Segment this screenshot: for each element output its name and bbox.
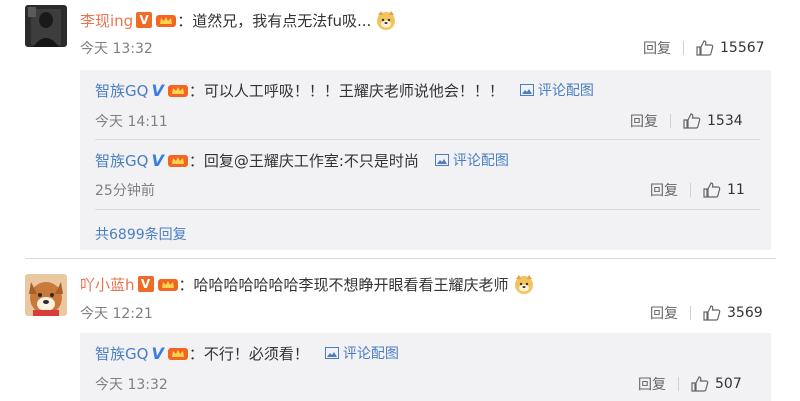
- crown-icon[interactable]: [167, 82, 189, 98]
- like-button[interactable]: 507: [691, 376, 742, 392]
- divider: [25, 258, 776, 259]
- reply-text: ：可以人工呼吸！！！王耀庆老师说他会！！！: [188, 81, 504, 100]
- reply-actions: 回复 507: [638, 374, 742, 394]
- comment-text: ：道然兄，我有点无法fu吸...: [177, 11, 372, 30]
- blue-v-verified-icon[interactable]: V: [151, 151, 163, 170]
- comment-time: 今天 13:32: [80, 41, 153, 57]
- avatar[interactable]: [25, 274, 67, 316]
- avatar[interactable]: [25, 5, 67, 47]
- doge-emoji-icon: [514, 275, 533, 294]
- comment-header: 李现ing V ：道然兄，我有点无法fu吸...: [80, 10, 397, 30]
- more-replies-link[interactable]: 共6899条回复: [95, 224, 187, 244]
- comment-picture-link[interactable]: 评论配图: [324, 343, 399, 363]
- username-link[interactable]: 智族GQ: [95, 150, 148, 171]
- picture-icon: [324, 347, 339, 359]
- vip-v-badge-icon[interactable]: V: [137, 276, 154, 292]
- comment-time: 今天 12:21: [80, 306, 153, 322]
- blue-v-verified-icon[interactable]: V: [151, 81, 163, 100]
- crown-icon[interactable]: [167, 345, 189, 361]
- crown-icon[interactable]: [155, 12, 177, 28]
- comment-header: 吖小蓝h V ：哈哈哈哈哈哈哈李现不想睁开眼看看王耀庆老师: [80, 274, 535, 294]
- picture-link-label: 评论配图: [452, 153, 509, 169]
- like-count: 507: [715, 376, 742, 392]
- comment-picture-link[interactable]: 评论配图: [434, 150, 509, 170]
- comment-picture-link[interactable]: 评论配图: [519, 80, 594, 100]
- username-link[interactable]: 智族GQ: [95, 343, 148, 364]
- picture-icon: [434, 154, 449, 166]
- thumbs-up-icon: [703, 182, 721, 198]
- username-link[interactable]: 智族GQ: [95, 80, 148, 101]
- reply-actions: 回复 1534: [630, 111, 743, 131]
- reply-text-prefix: ：回复: [188, 151, 234, 170]
- crown-icon[interactable]: [157, 276, 179, 292]
- reply-header: 智族GQ V ：不行！必须看！ 评论配图: [95, 343, 399, 363]
- reply-button[interactable]: 回复: [630, 111, 658, 131]
- reply-button[interactable]: 回复: [638, 374, 666, 394]
- thumbs-up-icon: [691, 376, 709, 392]
- mention-link[interactable]: @王耀庆工作室: [234, 150, 339, 171]
- vip-v-badge-icon[interactable]: V: [136, 12, 153, 28]
- reply-text-suffix: :不只是时尚: [338, 151, 419, 170]
- comment-text: ：哈哈哈哈哈哈哈李现不想睁开眼看看王耀庆老师: [178, 275, 509, 294]
- reply-time: 今天 14:11: [95, 114, 168, 130]
- picture-link-label: 评论配图: [342, 346, 399, 362]
- like-button[interactable]: 1534: [683, 113, 743, 129]
- like-count: 1534: [707, 113, 743, 129]
- reply-header: 智族GQ V ：可以人工呼吸！！！王耀庆老师说他会！！！ 评论配图: [95, 80, 594, 100]
- comment-actions: 回复 3569: [650, 303, 763, 323]
- like-count: 15567: [720, 40, 765, 56]
- thumbs-up-icon: [696, 40, 714, 56]
- like-button[interactable]: 11: [703, 182, 745, 198]
- reply-button[interactable]: 回复: [650, 303, 678, 323]
- comment-actions: 回复 15567: [643, 38, 765, 58]
- picture-icon: [519, 84, 534, 96]
- divider: [690, 306, 691, 320]
- username-link[interactable]: 李现ing: [80, 10, 133, 31]
- divider: [670, 114, 671, 128]
- reply-time: 25分钟前: [95, 183, 155, 199]
- divider: [95, 209, 760, 210]
- reply-time: 今天 13:32: [95, 377, 168, 393]
- blue-v-verified-icon[interactable]: V: [151, 344, 163, 363]
- reply-header: 智族GQ V ：回复 @王耀庆工作室 :不只是时尚 评论配图: [95, 150, 509, 170]
- picture-link-label: 评论配图: [537, 83, 594, 99]
- reply-actions: 回复 11: [650, 180, 745, 200]
- divider: [95, 139, 760, 140]
- reply-button[interactable]: 回复: [643, 38, 671, 58]
- username-link[interactable]: 吖小蓝h: [80, 274, 135, 295]
- doge-emoji-icon: [377, 11, 396, 30]
- divider: [690, 183, 691, 197]
- divider: [683, 41, 684, 55]
- like-button[interactable]: 15567: [696, 40, 765, 56]
- thumbs-up-icon: [703, 305, 721, 321]
- like-count: 11: [727, 182, 745, 198]
- reply-text: ：不行！必须看！: [188, 344, 309, 363]
- thumbs-up-icon: [683, 113, 701, 129]
- divider: [678, 377, 679, 391]
- reply-button[interactable]: 回复: [650, 180, 678, 200]
- like-button[interactable]: 3569: [703, 305, 763, 321]
- crown-icon[interactable]: [167, 152, 189, 168]
- like-count: 3569: [727, 305, 763, 321]
